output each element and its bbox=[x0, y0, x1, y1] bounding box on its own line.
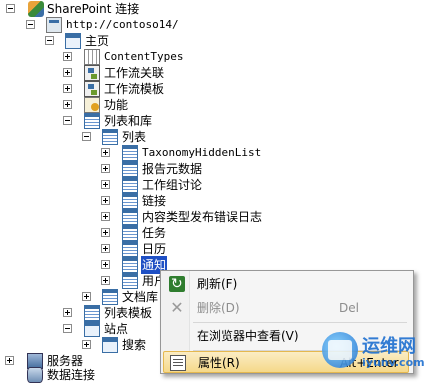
list-icon bbox=[122, 209, 138, 225]
search-page-icon bbox=[102, 337, 118, 353]
list-icon bbox=[122, 177, 138, 193]
expand-toggle[interactable] bbox=[63, 84, 72, 93]
expand-toggle[interactable] bbox=[101, 196, 110, 205]
list-icon bbox=[122, 273, 138, 289]
list-icon bbox=[122, 241, 138, 257]
watermark-title: 运维网 bbox=[362, 336, 416, 357]
library-icon bbox=[102, 289, 118, 305]
collapse-toggle[interactable] bbox=[82, 132, 91, 141]
expand-toggle[interactable] bbox=[63, 52, 72, 61]
list-icon bbox=[122, 225, 138, 241]
menu-item-label: 刷新(F) bbox=[197, 277, 238, 291]
site-icon bbox=[46, 17, 62, 33]
expand-toggle[interactable] bbox=[82, 340, 91, 349]
content-types-icon bbox=[84, 49, 100, 65]
expand-toggle[interactable] bbox=[82, 292, 91, 301]
collapse-toggle[interactable] bbox=[45, 36, 54, 45]
menu-separator bbox=[193, 322, 407, 323]
menu-item-delete[interactable]: ✕ 删除(D) Del bbox=[163, 297, 409, 319]
list-icon bbox=[122, 145, 138, 161]
collapse-toggle[interactable] bbox=[63, 116, 72, 125]
expand-toggle[interactable] bbox=[63, 308, 72, 317]
watermark-url: iyunv.com bbox=[362, 356, 425, 369]
tree-node-data-connections[interactable]: 数据连接 bbox=[0, 366, 160, 384]
refresh-icon bbox=[169, 273, 185, 295]
expand-toggle[interactable] bbox=[63, 68, 72, 77]
watermark-badge-icon bbox=[322, 332, 358, 368]
database-icon bbox=[27, 367, 43, 383]
expand-toggle[interactable] bbox=[101, 164, 110, 173]
feature-icon bbox=[84, 97, 100, 113]
list-icon bbox=[84, 113, 100, 129]
node-label: 数据连接 bbox=[47, 368, 96, 382]
collapse-toggle[interactable] bbox=[63, 324, 72, 333]
menu-item-shortcut: Del bbox=[339, 301, 359, 315]
menu-item-refresh[interactable]: 刷新(F) bbox=[163, 273, 409, 295]
sharepoint-icon bbox=[28, 1, 44, 17]
expand-toggle[interactable] bbox=[101, 276, 110, 285]
site-icon bbox=[84, 321, 100, 337]
workflow-icon bbox=[84, 65, 100, 81]
list-icon bbox=[122, 257, 138, 273]
menu-item-label: 在浏览器中查看(V) bbox=[197, 329, 299, 343]
watermark-logo: 运维网 iyunv.com bbox=[322, 326, 425, 376]
expand-toggle[interactable] bbox=[63, 100, 72, 109]
list-icon bbox=[102, 129, 118, 145]
expand-toggle[interactable] bbox=[101, 180, 110, 189]
page-icon bbox=[65, 33, 81, 49]
collapse-toggle[interactable] bbox=[26, 20, 35, 29]
list-icon bbox=[122, 193, 138, 209]
collapse-toggle[interactable] bbox=[6, 4, 15, 13]
menu-item-label: 属性(R) bbox=[198, 356, 240, 370]
expand-toggle[interactable] bbox=[101, 260, 110, 269]
workflow-template-icon bbox=[84, 81, 100, 97]
expand-toggle[interactable] bbox=[101, 244, 110, 253]
expand-toggle[interactable] bbox=[101, 148, 110, 157]
expand-toggle[interactable] bbox=[5, 356, 14, 365]
expand-toggle[interactable] bbox=[101, 212, 110, 221]
expand-toggle[interactable] bbox=[101, 228, 110, 237]
delete-icon: ✕ bbox=[170, 298, 184, 317]
menu-item-label: 删除(D) bbox=[197, 301, 240, 315]
list-icon bbox=[122, 161, 138, 177]
list-template-icon bbox=[84, 305, 100, 321]
properties-icon bbox=[170, 355, 186, 371]
